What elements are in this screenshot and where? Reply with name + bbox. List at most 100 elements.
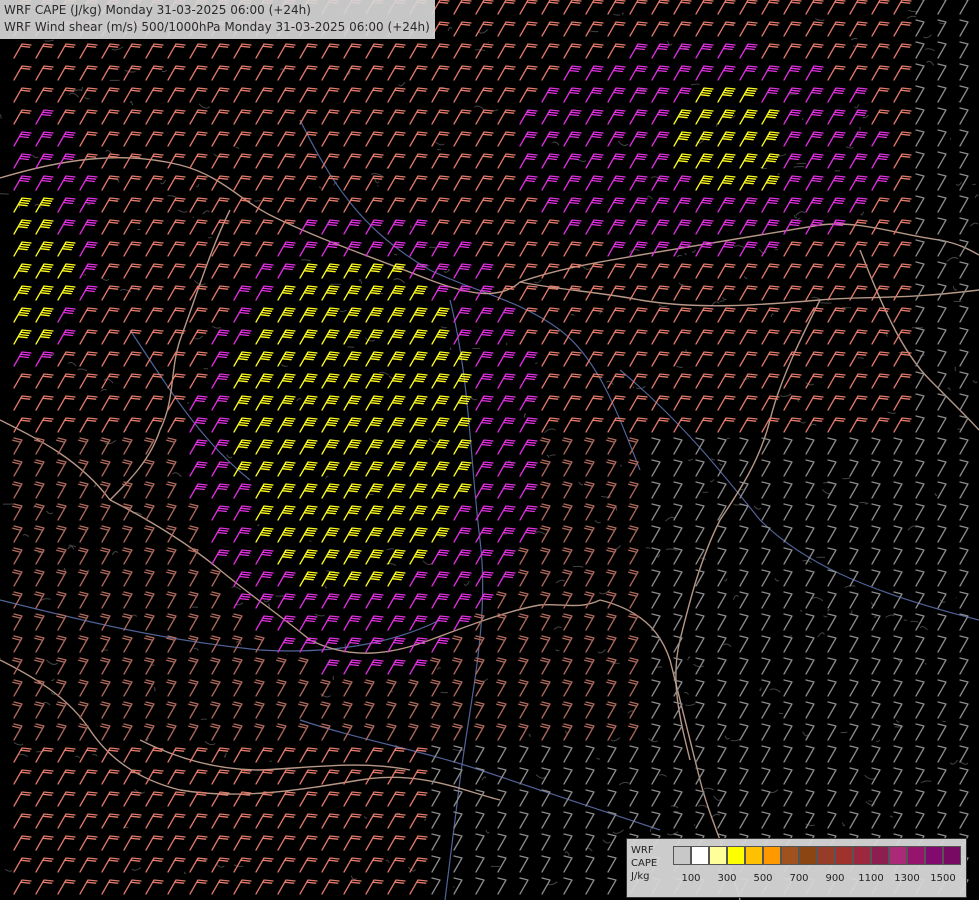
wind-shear-barb xyxy=(57,307,76,323)
wind-shear-barb xyxy=(211,109,230,125)
wind-shear-barb xyxy=(937,393,947,411)
wind-shear-barb xyxy=(298,723,309,741)
wind-shear-barb xyxy=(717,437,727,455)
wind-shear-barb xyxy=(233,527,252,543)
wind-shear-barb xyxy=(145,131,164,147)
wind-shear-barb xyxy=(827,351,846,367)
wind-shear-barb xyxy=(607,285,626,301)
wind-shear-barb xyxy=(56,701,67,719)
wind-shear-barb xyxy=(915,525,925,543)
wind-shear-barb xyxy=(739,525,749,543)
wind-shear-barb xyxy=(562,569,573,587)
wind-shear-barb xyxy=(211,835,230,851)
wind-shear-barb xyxy=(739,745,749,763)
wind-shear-barb xyxy=(562,701,573,719)
wind-shear-barb xyxy=(805,307,824,323)
wind-shear-barb xyxy=(474,679,485,697)
wind-shear-barb xyxy=(717,613,727,631)
wind-shear-barb xyxy=(475,263,494,279)
wind-shear-barb xyxy=(365,879,384,895)
wind-shear-barb xyxy=(849,43,868,59)
wind-shear-barb xyxy=(277,109,296,125)
wind-shear-barb xyxy=(695,525,705,543)
wind-shear-barb xyxy=(541,43,560,59)
wind-shear-barb xyxy=(827,395,846,411)
wind-shear-barb xyxy=(783,723,793,741)
wind-shear-barb xyxy=(827,131,846,147)
wind-shear-barb xyxy=(321,461,340,477)
wind-shear-barb xyxy=(585,395,604,411)
wind-shear-barb xyxy=(188,547,199,565)
wind-shear-barb xyxy=(255,813,274,829)
wind-shear-barb xyxy=(13,879,32,895)
wind-shear-barb xyxy=(497,351,516,367)
wind-shear-barb xyxy=(453,241,472,257)
wind-shear-barb xyxy=(365,593,384,609)
wind-shear-barb xyxy=(541,153,560,169)
wind-shear-barb xyxy=(79,329,98,345)
wind-shear-barb xyxy=(739,437,749,455)
wind-shear-barb xyxy=(695,373,714,389)
wind-shear-barb xyxy=(277,65,296,81)
wind-shear-barb xyxy=(35,263,54,279)
wind-shear-barb xyxy=(871,547,881,565)
wind-shear-barb xyxy=(628,613,639,631)
wind-shear-barb xyxy=(78,525,89,543)
wind-shear-barb xyxy=(123,153,142,169)
wind-shear-barb xyxy=(123,835,142,851)
wind-shear-barb xyxy=(57,813,76,829)
wind-shear-barb xyxy=(387,593,406,609)
wind-shear-barb xyxy=(431,329,450,345)
wind-shear-barb xyxy=(189,395,208,411)
wind-shear-barb xyxy=(717,329,736,345)
wind-shear-barb xyxy=(13,791,32,807)
wind-shear-barb xyxy=(628,547,639,565)
wind-shear-barb xyxy=(959,393,969,411)
wind-shear-barb xyxy=(519,351,538,367)
wind-shear-barb xyxy=(409,153,428,169)
wind-shear-barb xyxy=(651,569,661,587)
wind-shear-barb xyxy=(585,263,604,279)
wind-shear-barb xyxy=(453,439,472,455)
wind-shear-barb xyxy=(695,263,714,279)
wind-shear-barb xyxy=(519,43,538,59)
wind-shear-barb xyxy=(255,219,274,235)
wind-shear-barb xyxy=(57,109,76,125)
wind-shear-barb xyxy=(13,813,32,829)
wind-shear-barb xyxy=(915,41,925,59)
wind-shear-barb xyxy=(651,437,661,455)
wind-shear-barb xyxy=(651,0,670,15)
wind-shear-barb xyxy=(101,329,120,345)
wind-shear-barb xyxy=(299,197,318,213)
wind-shear-barb xyxy=(893,657,903,675)
wind-shear-barb xyxy=(893,109,912,125)
wind-shear-barb xyxy=(431,505,450,521)
wind-shear-barb xyxy=(233,417,252,433)
wind-shear-barb xyxy=(188,635,199,653)
wind-shear-barb xyxy=(277,87,296,103)
wind-shear-barb xyxy=(453,109,472,125)
wind-shear-barb xyxy=(717,307,736,323)
wind-shear-barb xyxy=(563,87,582,103)
wind-shear-barb xyxy=(453,593,472,609)
wind-shear-barb xyxy=(651,635,661,653)
wind-shear-barb xyxy=(827,569,837,587)
wind-shear-barb xyxy=(145,857,164,873)
wind-shear-barb xyxy=(255,351,274,367)
wind-shear-barb xyxy=(387,571,406,587)
wind-shear-barb xyxy=(78,569,89,587)
wind-shear-barb xyxy=(673,657,683,675)
wind-shear-barb xyxy=(805,329,824,345)
wind-shear-barb xyxy=(100,525,111,543)
wind-shear-barb xyxy=(562,437,573,455)
wind-shear-barb xyxy=(629,175,648,191)
wind-shear-barb xyxy=(453,87,472,103)
wind-shear-barb xyxy=(937,371,947,389)
wind-shear-barb xyxy=(409,175,428,191)
wind-shear-barb xyxy=(959,129,969,147)
wind-shear-barb xyxy=(937,525,947,543)
legend-title-unit: J/kg xyxy=(631,871,650,882)
wind-shear-barb xyxy=(761,285,780,301)
wind-shear-barb xyxy=(761,131,780,147)
wind-shear-barb xyxy=(365,527,384,543)
